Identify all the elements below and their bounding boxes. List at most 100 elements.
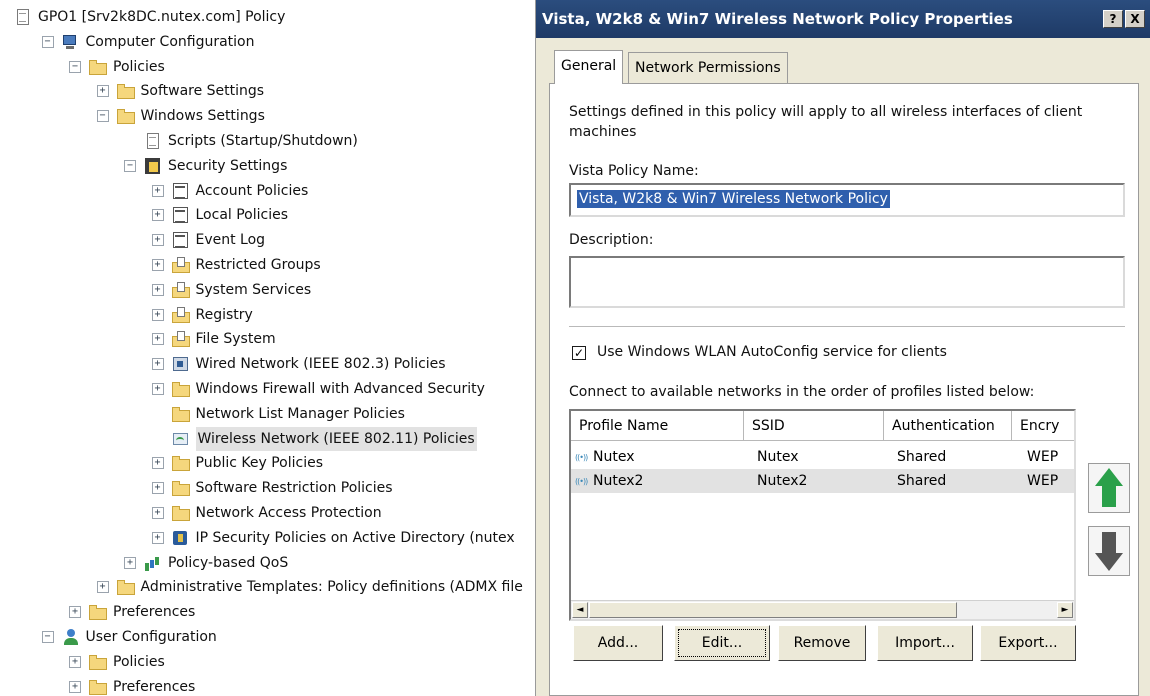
- profile-row-nutex2[interactable]: Nutex2 Nutex2 Shared WEP: [571, 469, 1074, 494]
- collapse-icon[interactable]: −: [41, 35, 54, 48]
- scroll-right-button[interactable]: ►: [1057, 602, 1073, 618]
- tree-item[interactable]: + Policy-based QoS: [124, 551, 288, 575]
- profile-list[interactable]: Profile Name SSID Authentication Encry N…: [569, 409, 1076, 621]
- tree-item[interactable]: + Public Key Policies: [151, 451, 323, 475]
- expand-icon[interactable]: +: [69, 680, 81, 693]
- help-button[interactable]: ?: [1103, 10, 1123, 28]
- description-input[interactable]: [569, 256, 1125, 308]
- tree-item[interactable]: − User Configuration: [41, 625, 217, 649]
- tree-item-label: Policy-based QoS: [168, 554, 289, 571]
- tree-item[interactable]: + Wired Network (IEEE 802.3) Policies: [151, 352, 446, 376]
- tree-item-label: Windows Settings: [140, 108, 265, 125]
- expand-icon[interactable]: +: [151, 234, 164, 247]
- folder-icon: [116, 579, 135, 596]
- collapse-icon[interactable]: −: [41, 631, 54, 643]
- expand-icon[interactable]: +: [151, 482, 164, 495]
- expand-icon[interactable]: +: [96, 581, 109, 594]
- expand-icon[interactable]: +: [151, 308, 164, 321]
- remove-button[interactable]: Remove: [778, 625, 866, 661]
- tree-item[interactable]: + Restricted Groups: [151, 253, 321, 277]
- scroll-thumb[interactable]: [589, 602, 957, 618]
- column-header-ssid[interactable]: SSID: [744, 411, 884, 441]
- wireless-profile-icon: [575, 470, 591, 494]
- tree-item-label: File System: [195, 331, 276, 348]
- folder-icon: [171, 381, 190, 397]
- tree-item[interactable]: GPO1 [Srv2k8DC.nutex.com] Policy: [14, 5, 285, 29]
- folder-icon: [89, 679, 107, 695]
- expand-icon[interactable]: +: [96, 85, 109, 98]
- policy-name-input[interactable]: Vista, W2k8 & Win7 Wireless Network Poli…: [569, 183, 1125, 217]
- collapse-icon[interactable]: −: [96, 110, 109, 123]
- network-icon: [172, 356, 190, 372]
- up-arrow-icon: [1089, 464, 1131, 514]
- expand-icon[interactable]: +: [124, 556, 136, 569]
- tree-item[interactable]: − Policies: [69, 55, 165, 79]
- tree-item[interactable]: + IP Security Policies on Active Director…: [151, 526, 515, 550]
- expand-icon[interactable]: +: [69, 606, 81, 619]
- tree-item-label: GPO1 [Srv2k8DC.nutex.com] Policy: [38, 9, 286, 25]
- profile-ssid: Nutex2: [757, 473, 808, 489]
- tree-item[interactable]: + Preferences: [69, 600, 195, 624]
- folder-doc-icon: [171, 306, 190, 323]
- expand-icon[interactable]: +: [151, 209, 164, 222]
- expand-icon[interactable]: +: [151, 507, 164, 519]
- folder-icon: [116, 83, 135, 100]
- move-up-button[interactable]: [1088, 463, 1130, 513]
- tree-item[interactable]: Wireless Network (IEEE 802.11) Policies: [152, 426, 477, 451]
- expand-icon[interactable]: +: [151, 358, 164, 371]
- expand-icon[interactable]: +: [151, 457, 164, 470]
- tree-item[interactable]: + Registry: [151, 303, 253, 327]
- policy-doc-icon: [14, 9, 32, 25]
- tree-item[interactable]: + System Services: [151, 278, 311, 302]
- add-button[interactable]: Add...: [573, 625, 663, 661]
- tab-network-permissions[interactable]: Network Permissions: [628, 52, 788, 84]
- tree-item-label: Restricted Groups: [195, 257, 321, 273]
- dialog-titlebar[interactable]: Vista, W2k8 & Win7 Wireless Network Poli…: [536, 0, 1150, 38]
- column-header-authentication[interactable]: Authentication: [884, 411, 1012, 441]
- tree-item[interactable]: Network List Manager Policies: [152, 402, 405, 426]
- expand-icon[interactable]: +: [69, 655, 81, 668]
- tree-item[interactable]: − Computer Configuration: [41, 30, 255, 54]
- expand-icon[interactable]: +: [151, 184, 164, 197]
- tree-item[interactable]: + Local Policies: [151, 203, 288, 227]
- tree-item[interactable]: + Policies: [69, 650, 165, 674]
- tree-item[interactable]: + Software Restriction Policies: [151, 476, 393, 500]
- profile-ssid: Nutex: [757, 449, 799, 465]
- folder-icon: [89, 59, 107, 75]
- column-header-encryption[interactable]: Encry: [1012, 411, 1074, 441]
- tree-item[interactable]: + Windows Firewall with Advanced Security: [151, 377, 485, 401]
- collapse-icon[interactable]: −: [124, 159, 136, 172]
- tab-general[interactable]: General: [554, 50, 624, 84]
- expand-icon[interactable]: +: [151, 531, 164, 544]
- profile-row-nutex[interactable]: Nutex Nutex Shared WEP: [571, 445, 1074, 470]
- tree-item[interactable]: + Account Policies: [151, 179, 308, 203]
- scroll-left-button[interactable]: ◄: [572, 602, 588, 618]
- column-header-profile-name[interactable]: Profile Name: [571, 411, 744, 441]
- tree-item[interactable]: + Event Log: [151, 228, 265, 252]
- tree-item[interactable]: + Administrative Templates: Policy defini…: [96, 575, 523, 599]
- horizontal-scrollbar[interactable]: ◄ ►: [571, 600, 1074, 619]
- tree-item[interactable]: + Preferences: [69, 675, 195, 696]
- tree-item[interactable]: − Security Settings: [124, 154, 287, 178]
- expand-icon[interactable]: +: [151, 259, 164, 271]
- tree-item[interactable]: Scripts (Startup/Shutdown): [124, 129, 358, 153]
- tree-item[interactable]: + File System: [151, 327, 276, 351]
- tree-item[interactable]: + Network Access Protection: [151, 501, 382, 525]
- expand-icon[interactable]: +: [151, 283, 164, 296]
- policy-icon: [172, 207, 190, 224]
- move-down-button[interactable]: [1088, 526, 1130, 576]
- tree-item-label: Computer Configuration: [85, 33, 255, 50]
- expand-icon[interactable]: +: [151, 383, 164, 395]
- profile-authentication: Shared: [897, 449, 947, 465]
- tree-item[interactable]: + Software Settings: [96, 79, 264, 103]
- close-button[interactable]: X: [1125, 10, 1145, 28]
- import-button[interactable]: Import...: [877, 625, 973, 661]
- wireless-profile-icon: [575, 446, 591, 470]
- folder-icon: [89, 604, 107, 621]
- edit-button[interactable]: Edit...: [674, 625, 770, 661]
- expand-icon[interactable]: +: [151, 333, 164, 346]
- collapse-icon[interactable]: −: [69, 60, 81, 73]
- export-button[interactable]: Export...: [980, 625, 1076, 661]
- autoconfig-checkbox[interactable]: ✓: [572, 346, 586, 360]
- tree-item[interactable]: − Windows Settings: [96, 104, 265, 128]
